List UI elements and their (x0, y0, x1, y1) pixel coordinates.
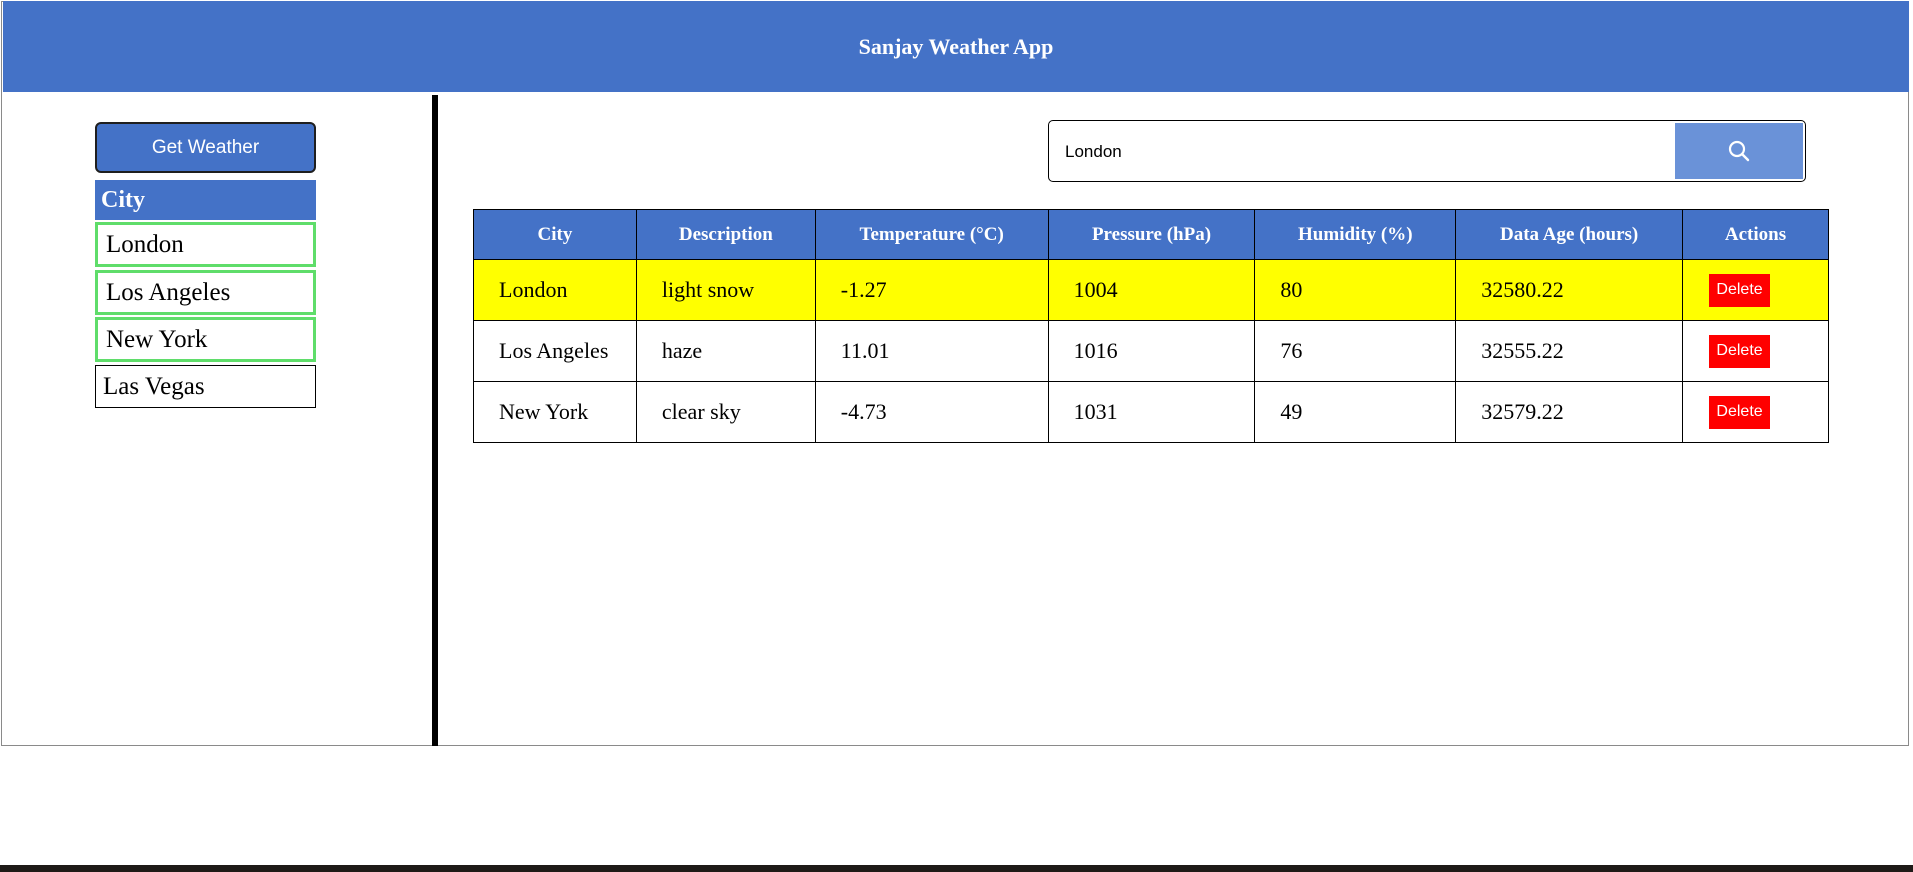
search-button[interactable] (1675, 123, 1803, 179)
city-list-item-new-york[interactable]: New York (95, 317, 316, 362)
cell-data-age: 32579.22 (1455, 381, 1684, 443)
cell-description: haze (635, 320, 816, 382)
table-row[interactable]: Los Angeles haze 11.01 1016 76 32555.22 … (473, 320, 1829, 382)
search-box (1048, 120, 1806, 182)
app-title: Sanjay Weather App (858, 33, 1054, 59)
taskbar-strip (0, 865, 1913, 872)
column-header-pressure: Pressure (hPa) (1047, 209, 1256, 260)
city-list-item-las-vegas[interactable]: Las Vegas (95, 365, 316, 408)
search-input[interactable] (1063, 121, 1667, 181)
cell-actions: Delete (1682, 381, 1829, 443)
column-header-city: City (473, 209, 637, 260)
cell-humidity: 49 (1254, 381, 1457, 443)
table-row[interactable]: New York clear sky -4.73 1031 49 32579.2… (473, 381, 1829, 443)
search-icon (1728, 140, 1750, 162)
column-header-description: Description (635, 209, 816, 260)
city-list-item-los-angeles[interactable]: Los Angeles (95, 270, 316, 315)
cell-pressure: 1031 (1047, 381, 1256, 443)
cell-actions: Delete (1682, 320, 1829, 382)
cell-pressure: 1016 (1047, 320, 1256, 382)
weather-table: City Description Temperature (°C) Pressu… (473, 209, 1829, 443)
cell-city: London (473, 259, 637, 321)
cell-city: Los Angeles (473, 320, 637, 382)
table-row[interactable]: London light snow -1.27 1004 80 32580.22… (473, 259, 1829, 321)
cell-temperature: -4.73 (814, 381, 1049, 443)
app-header: Sanjay Weather App (3, 1, 1909, 92)
cell-description: clear sky (635, 381, 816, 443)
cell-humidity: 76 (1254, 320, 1457, 382)
city-list-item-london[interactable]: London (95, 222, 316, 267)
cell-city: New York (473, 381, 637, 443)
cell-description: light snow (635, 259, 816, 321)
cell-humidity: 80 (1254, 259, 1457, 321)
panel-divider (432, 95, 438, 746)
delete-button[interactable]: Delete (1709, 395, 1771, 429)
column-header-data-age: Data Age (hours) (1455, 209, 1684, 260)
cell-actions: Delete (1682, 259, 1829, 321)
column-header-actions: Actions (1682, 209, 1829, 260)
column-header-humidity: Humidity (%) (1254, 209, 1457, 260)
cell-data-age: 32555.22 (1455, 320, 1684, 382)
cell-data-age: 32580.22 (1455, 259, 1684, 321)
cell-pressure: 1004 (1047, 259, 1256, 321)
cell-temperature: -1.27 (814, 259, 1049, 321)
delete-button[interactable]: Delete (1709, 334, 1771, 368)
city-list-header: City (95, 180, 316, 220)
get-weather-button[interactable]: Get Weather (95, 122, 316, 173)
column-header-temperature: Temperature (°C) (814, 209, 1049, 260)
cell-temperature: 11.01 (814, 320, 1049, 382)
delete-button[interactable]: Delete (1709, 273, 1771, 307)
table-header-row: City Description Temperature (°C) Pressu… (473, 209, 1829, 260)
